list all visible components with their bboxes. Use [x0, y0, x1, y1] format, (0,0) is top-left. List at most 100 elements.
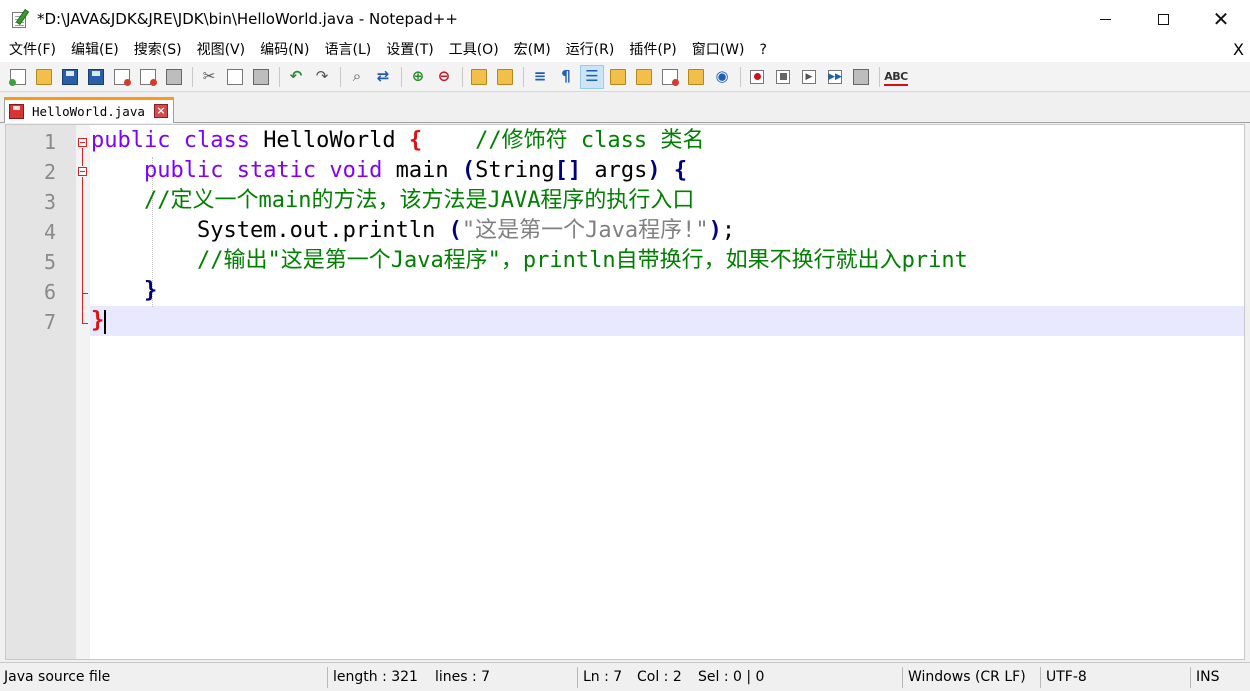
indent-guide-button[interactable]: ☰	[580, 64, 604, 89]
maximize-button[interactable]	[1134, 0, 1192, 38]
udl-button[interactable]	[606, 65, 630, 89]
menu-encoding[interactable]: 编码(N)	[252, 38, 316, 62]
tab-close-button[interactable]: ×	[154, 104, 168, 118]
save-button[interactable]	[58, 65, 82, 89]
toolbar-separator	[740, 66, 741, 87]
code-token: //修饰符 class 类名	[475, 128, 705, 153]
spell-check-button[interactable]: ABC	[884, 65, 908, 89]
close-icon: ✕	[1212, 7, 1230, 31]
close-all-button[interactable]	[136, 65, 160, 89]
status-bar: Java source file length : 321 lines : 7 …	[0, 662, 1250, 691]
menu-language[interactable]: 语言(L)	[317, 38, 379, 62]
copy-icon	[227, 68, 243, 85]
menu-macro[interactable]: 宏(M)	[506, 38, 558, 62]
function-list-button[interactable]	[658, 65, 682, 89]
doc-map-button[interactable]	[632, 65, 656, 89]
code-token: HelloWorld	[263, 128, 409, 153]
open-file-button[interactable]	[32, 65, 56, 89]
code-token: }	[143, 278, 158, 303]
fold-toggle-class[interactable]	[78, 138, 87, 147]
run-macro-multiple-icon: ▶▶	[828, 69, 842, 84]
tab-label: HelloWorld.java	[32, 104, 145, 119]
code-line: public class HelloWorld { //修饰符 class 类名	[91, 126, 704, 156]
minimize-button[interactable]	[1076, 0, 1134, 38]
print-button[interactable]	[162, 65, 186, 89]
fold-toggle-method[interactable]	[78, 167, 87, 176]
menu-tools[interactable]: 工具(O)	[441, 38, 506, 62]
doc-map-icon	[636, 68, 652, 85]
word-wrap-button[interactable]: ≡	[528, 65, 552, 89]
close-document-button[interactable]: X	[1233, 38, 1244, 62]
menu-help[interactable]: ?	[752, 38, 774, 62]
record-macro-icon	[750, 69, 764, 84]
status-divider	[1040, 667, 1041, 688]
toolbar: ✂ ↶ ↷ ⌕ ⇄ ⊕ ⊖ ≡ ¶ ☰ ◉ ▶ ▶▶ ABC	[0, 62, 1250, 92]
find-button[interactable]: ⌕	[345, 65, 369, 89]
cut-button[interactable]: ✂	[197, 65, 221, 89]
code-line: //输出"这是第一个Java程序"，println自带换行，如果不换行就出入pr…	[91, 246, 968, 276]
status-encoding[interactable]: UTF-8	[1042, 663, 1087, 691]
close-file-button[interactable]	[110, 65, 134, 89]
menu-search[interactable]: 搜索(S)	[126, 38, 189, 62]
code-token: {	[408, 128, 423, 153]
word-wrap-icon: ≡	[533, 66, 547, 85]
zoom-in-button[interactable]: ⊕	[406, 65, 430, 89]
status-divider	[327, 667, 328, 688]
menu-run[interactable]: 运行(R)	[558, 38, 622, 62]
replace-button[interactable]: ⇄	[371, 65, 395, 89]
copy-button[interactable]	[223, 65, 247, 89]
status-insert-mode[interactable]: INS	[1192, 663, 1220, 691]
save-macro-icon	[853, 68, 869, 85]
code-token: public class	[91, 128, 264, 153]
show-all-chars-button[interactable]: ¶	[554, 65, 578, 89]
maximize-icon	[1157, 13, 1169, 25]
redo-button[interactable]: ↷	[310, 65, 334, 89]
line-number: 3	[43, 190, 56, 214]
sync-horizontal-button[interactable]	[493, 65, 517, 89]
toolbar-separator	[279, 66, 280, 87]
run-macro-multiple-button[interactable]: ▶▶	[823, 65, 847, 89]
monitoring-button[interactable]: ◉	[710, 65, 734, 89]
save-macro-button[interactable]	[849, 65, 873, 89]
menu-plugins[interactable]: 插件(P)	[621, 38, 683, 62]
code-line: //定义一个main的方法，该方法是JAVA程序的执行入口	[91, 186, 694, 216]
toolbar-separator	[879, 66, 880, 87]
status-line-number[interactable]: Ln : 7	[579, 663, 622, 691]
save-icon	[62, 68, 78, 85]
record-macro-button[interactable]	[745, 65, 769, 89]
code-token: )	[647, 158, 661, 183]
menu-view[interactable]: 视图(V)	[189, 38, 253, 62]
close-window-button[interactable]: ✕	[1192, 0, 1250, 38]
menu-bar: 文件(F) 编辑(E) 搜索(S) 视图(V) 编码(N) 语言(L) 设置(T…	[0, 38, 1250, 62]
paste-button[interactable]	[249, 65, 273, 89]
undo-button[interactable]: ↶	[284, 65, 308, 89]
menu-window[interactable]: 窗口(W)	[684, 38, 752, 62]
tab-helloworld-java[interactable]: HelloWorld.java ×	[4, 97, 174, 123]
play-macro-button[interactable]: ▶	[797, 65, 821, 89]
fold-line	[82, 177, 83, 323]
status-column[interactable]: Col : 2	[633, 663, 682, 691]
folder-workspace-button[interactable]	[684, 65, 708, 89]
code-editor[interactable]: 1 2 3 4 5 6 7 public class HelloWorld { …	[5, 124, 1245, 660]
code-token: {	[673, 158, 688, 183]
line-number: 7	[43, 310, 56, 334]
menu-file[interactable]: 文件(F)	[0, 38, 63, 62]
status-selection[interactable]: Sel : 0 | 0	[694, 663, 764, 691]
status-eol-format[interactable]: Windows (CR LF)	[904, 663, 1026, 691]
code-token: main	[395, 158, 462, 183]
sync-vertical-button[interactable]	[467, 65, 491, 89]
menu-settings[interactable]: 设置(T)	[378, 38, 440, 62]
zoom-out-button[interactable]: ⊖	[432, 65, 456, 89]
code-token: )	[708, 218, 722, 243]
line-number: 2	[43, 160, 56, 184]
save-all-button[interactable]	[84, 65, 108, 89]
stop-record-button[interactable]	[771, 65, 795, 89]
new-file-button[interactable]	[6, 65, 30, 89]
code-token: "这是第一个Java程序!"	[461, 218, 709, 243]
redo-icon: ↷	[315, 66, 329, 85]
menu-edit[interactable]: 编辑(E)	[63, 38, 126, 62]
code-line: public static void main (String[] args) …	[91, 156, 687, 186]
